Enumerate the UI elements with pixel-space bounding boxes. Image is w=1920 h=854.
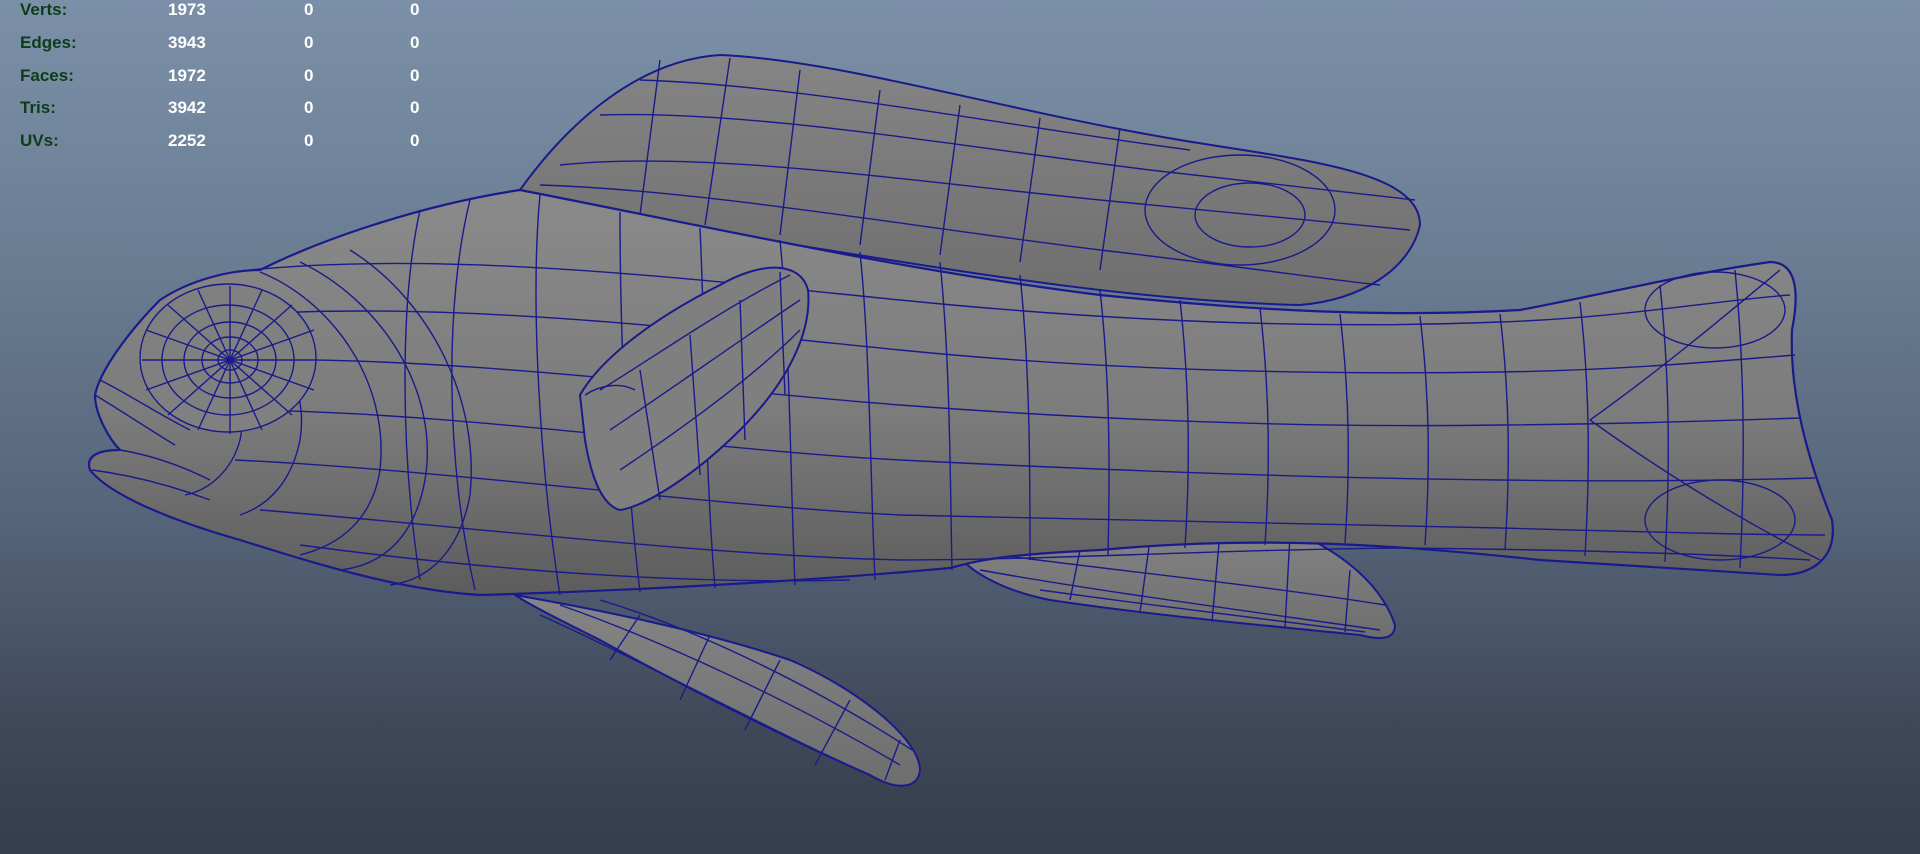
hud-value-other: 0 xyxy=(410,0,420,19)
hud-value-selected: 0 xyxy=(304,0,314,19)
hud-value-other: 0 xyxy=(410,98,420,117)
hud-value-total: 3942 xyxy=(168,98,206,117)
eye-wires xyxy=(139,283,317,434)
hud-value-selected: 0 xyxy=(304,33,314,52)
hud-value-other: 0 xyxy=(410,131,420,150)
pelvic-fin xyxy=(514,594,921,787)
hud-value-total: 1973 xyxy=(168,0,206,19)
hud-value-total: 2252 xyxy=(168,131,206,150)
hud-label: Tris: xyxy=(20,98,56,117)
hud-value-total: 1972 xyxy=(168,66,206,85)
hud-value-total: 3943 xyxy=(168,33,206,52)
hud-label: Verts: xyxy=(20,0,68,19)
hud-value-other: 0 xyxy=(410,66,420,85)
poly-count-hud: Verts: 1973 0 0 Edges: 3943 0 0 Faces: 1… xyxy=(0,0,440,160)
hud-row-verts: Verts: 1973 0 0 xyxy=(0,0,440,22)
hud-row-faces: Faces: 1972 0 0 xyxy=(0,66,440,88)
hud-row-edges: Edges: 3943 0 0 xyxy=(0,33,440,55)
hud-label: Faces: xyxy=(20,66,74,85)
hud-row-tris: Tris: 3942 0 0 xyxy=(0,98,440,120)
hud-label: Edges: xyxy=(20,33,77,52)
hud-value-other: 0 xyxy=(410,33,420,52)
hud-label: UVs: xyxy=(20,131,59,150)
hud-value-selected: 0 xyxy=(304,98,314,117)
hud-value-selected: 0 xyxy=(304,131,314,150)
hud-row-uvs: UVs: 2252 0 0 xyxy=(0,131,440,153)
hud-value-selected: 0 xyxy=(304,66,314,85)
